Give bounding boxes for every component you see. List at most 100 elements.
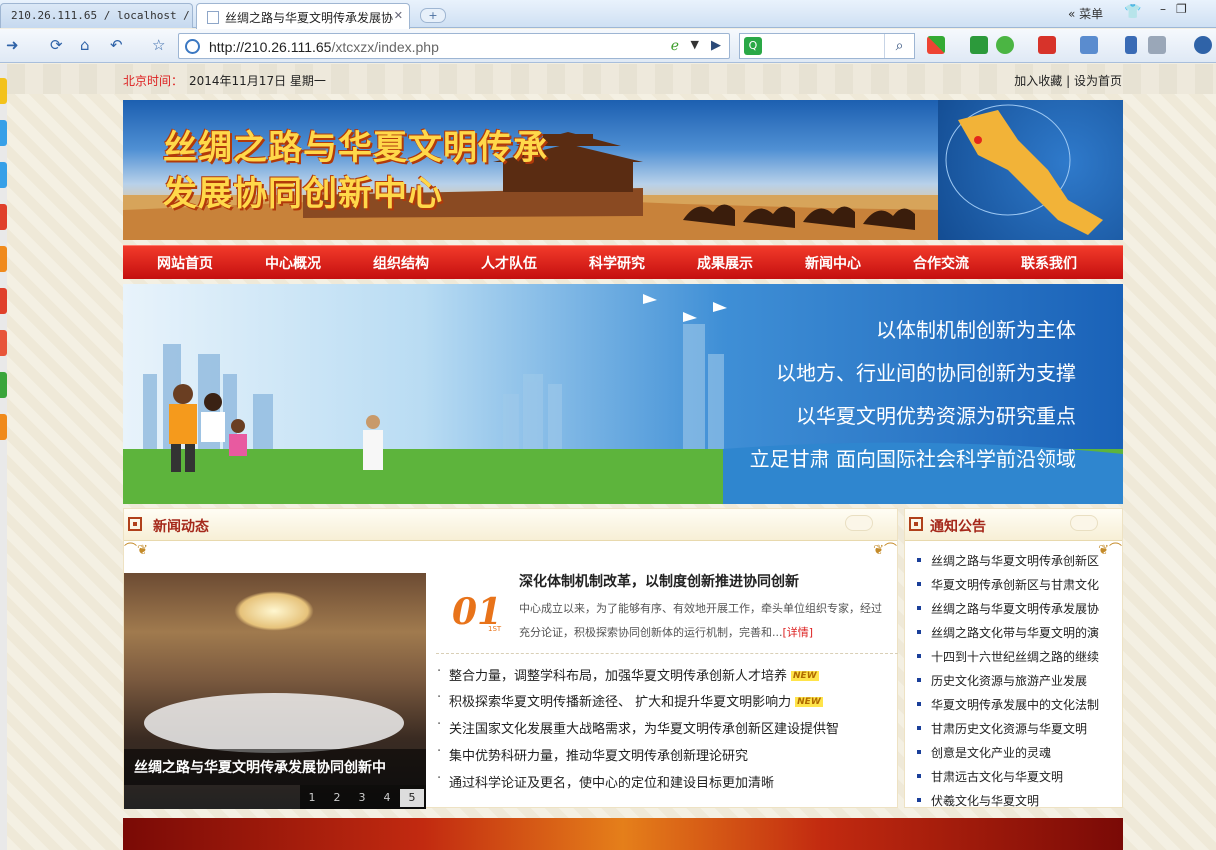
tab-label: 210.26.111.65 / localhost / ×: [11, 9, 193, 22]
chevron-down-icon[interactable]: ▼: [691, 38, 699, 51]
ornament-icon: ⌒❦: [124, 543, 148, 558]
tab-current[interactable]: 丝绸之路与华夏文明传承发展协 ✕: [196, 3, 410, 29]
tab-localhost[interactable]: 210.26.111.65 / localhost / ×: [0, 3, 193, 28]
notice-item[interactable]: 丝绸之路与华夏文明传承发展协: [917, 600, 1113, 617]
phone-icon[interactable]: [1125, 36, 1137, 54]
menu-label: 菜单: [1079, 7, 1104, 21]
notice-heading: 通知公告: [930, 519, 986, 535]
notice-header: 通知公告: [905, 509, 1122, 541]
hero-banner: 以体制机制创新为主体 以地方、行业间的协同创新为支撑 以华夏文明优势资源为研究重…: [123, 284, 1123, 504]
hero-slogan-3: 以华夏文明优势资源为研究重点: [796, 404, 1076, 428]
pager-item-active[interactable]: 5: [400, 789, 424, 807]
hero-slogan-1: 以体制机制创新为主体: [876, 318, 1076, 342]
menu-button[interactable]: « 菜单: [1068, 5, 1103, 22]
tools-icon[interactable]: [1194, 36, 1212, 54]
more-button[interactable]: [1070, 515, 1098, 531]
browser-tab-bar: 210.26.111.65 / localhost / × 丝绸之路与华夏文明传…: [0, 0, 1216, 29]
nav-cooperation[interactable]: 合作交流: [913, 253, 969, 273]
top-links: 加入收藏 | 设为首页: [1014, 72, 1122, 89]
notice-item[interactable]: 华夏文明传承发展中的文化法制: [917, 696, 1113, 713]
news-section: 新闻动态 ⌒❦ ❦⌒ 丝绸之路与华夏文明传承发展协同创新中 1 2 3 4 5 …: [123, 508, 898, 809]
sidebar-item-icon[interactable]: [0, 246, 7, 272]
forward-icon[interactable]: ➜: [6, 36, 19, 54]
sidebar-item-icon[interactable]: [0, 288, 7, 314]
bottom-banner: [123, 818, 1123, 850]
new-tab-button[interactable]: +: [420, 8, 446, 23]
notice-item[interactable]: 历史文化资源与旅游产业发展: [917, 672, 1113, 689]
notice-item[interactable]: 甘肃远古文化与华夏文明: [917, 768, 1113, 785]
game-icon[interactable]: [1148, 36, 1166, 54]
search-icon[interactable]: ⌕: [884, 34, 914, 58]
sidebar-item-icon[interactable]: [0, 414, 7, 440]
ornament-icon: ❦⌒: [873, 543, 897, 558]
nav-overview[interactable]: 中心概况: [265, 253, 321, 273]
current-date: 2014年11月17日 星期一: [189, 74, 326, 88]
add-favorite-link[interactable]: 加入收藏: [1014, 74, 1062, 88]
notice-item[interactable]: 丝绸之路与华夏文明传承创新区: [917, 552, 1113, 569]
pager-item[interactable]: 1: [300, 789, 324, 807]
sidebar-item-icon[interactable]: [0, 120, 7, 146]
list-item[interactable]: 集中优势科研力量，推动华夏文明传承创新理论研究: [437, 744, 748, 767]
notice-item[interactable]: 创意是文化产业的灵魂: [917, 744, 1113, 761]
nav-contact[interactable]: 联系我们: [1021, 253, 1077, 273]
map-graphic: [938, 100, 1123, 240]
undo-icon[interactable]: ↶: [110, 36, 123, 54]
nav-talent[interactable]: 人才队伍: [481, 253, 537, 273]
sidebar-item-icon[interactable]: [0, 78, 7, 104]
pager-item[interactable]: 4: [375, 789, 399, 807]
list-item-text: 通过科学论证及更名，使中心的定位和建设目标更加清晰: [449, 776, 775, 791]
notice-section: 通知公告 ❦⌒ 丝绸之路与华夏文明传承创新区 华夏文明传承创新区与甘肃文化 丝绸…: [904, 508, 1123, 808]
list-item[interactable]: 积极探索华夏文明传播新途径、 扩大和提升华夏文明影响力NEW: [437, 690, 823, 713]
sidebar-item-icon[interactable]: [0, 162, 7, 188]
pager-item[interactable]: 2: [325, 789, 349, 807]
go-icon[interactable]: ▶: [711, 38, 721, 53]
lead-news-text: 中心成立以来，为了能够有序、有效地开展工作，牵头单位组织专家，经过充分论证，积极…: [519, 602, 882, 639]
nav-research[interactable]: 科学研究: [589, 253, 645, 273]
notice-item[interactable]: 华夏文明传承创新区与甘肃文化: [917, 576, 1113, 593]
browser-toolbar: ➜ ⟳ ⌂ ↶ ☆ http://210.26.111.65/xtcxzx/in…: [0, 29, 1216, 63]
sidebar-item-icon[interactable]: [0, 372, 7, 398]
headline-badge-suffix: 1ST: [488, 625, 502, 633]
home-icon[interactable]: ⌂: [80, 36, 90, 54]
screenshot-icon[interactable]: [1080, 36, 1098, 54]
detail-link[interactable]: [详情]: [783, 626, 814, 639]
nav-news[interactable]: 新闻中心: [805, 253, 861, 273]
lead-news-title[interactable]: 深化体制机制改革，以制度创新推进协同创新: [519, 571, 799, 591]
refresh-icon[interactable]: ⟳: [50, 36, 63, 54]
search-box[interactable]: Q ⌕: [739, 33, 915, 59]
translate-icon[interactable]: [1038, 36, 1056, 54]
apps-icon[interactable]: [927, 36, 945, 54]
notice-item[interactable]: 十四到十六世纪丝绸之路的继续: [917, 648, 1113, 665]
nav-structure[interactable]: 组织结构: [373, 253, 429, 273]
pager-item[interactable]: 3: [350, 789, 374, 807]
compat-mode-icon[interactable]: ℯ: [671, 38, 679, 54]
window-controls[interactable]: –❐: [1160, 2, 1197, 16]
nav-achievements[interactable]: 成果展示: [697, 253, 753, 273]
notice-item[interactable]: 甘肃历史文化资源与华夏文明: [917, 720, 1113, 737]
skin-icon[interactable]: 👕: [1124, 4, 1141, 20]
sidebar-strip: [0, 64, 7, 850]
url-path: /xtcxzx/index.php: [331, 39, 439, 55]
sidebar-item-icon[interactable]: [0, 204, 7, 230]
list-item[interactable]: 通过科学论证及更名，使中心的定位和建设目标更加清晰: [437, 771, 775, 794]
set-homepage-link[interactable]: 设为首页: [1074, 74, 1122, 88]
list-item[interactable]: 关注国家文化发展重大战略需求，为华夏文明传承创新区建设提供智: [437, 717, 839, 740]
news-header: 新闻动态: [124, 509, 897, 541]
url-text[interactable]: http://210.26.111.65/xtcxzx/index.php: [209, 39, 439, 55]
notice-item[interactable]: 丝绸之路文化带与华夏文明的演: [917, 624, 1113, 641]
hero-slogan-4: 立足甘肃 面向国际社会科学前沿领域: [749, 447, 1076, 471]
close-icon[interactable]: ✕: [394, 9, 403, 22]
photo-caption[interactable]: 丝绸之路与华夏文明传承发展协同创新中: [134, 757, 386, 777]
star-icon[interactable]: ☆: [152, 36, 165, 54]
notice-item[interactable]: 伏羲文化与华夏文明: [917, 792, 1113, 809]
new-badge: NEW: [791, 671, 819, 681]
sidebar-item-icon[interactable]: [0, 330, 7, 356]
video-icon[interactable]: [970, 36, 988, 54]
nav-home[interactable]: 网站首页: [157, 253, 213, 273]
news-photo-slider[interactable]: 丝绸之路与华夏文明传承发展协同创新中 1 2 3 4 5: [124, 573, 426, 809]
list-item[interactable]: 整合力量，调整学科布局，加强华夏文明传承创新人才培养NEW: [437, 664, 819, 687]
address-bar[interactable]: http://210.26.111.65/xtcxzx/index.php ℯ …: [178, 33, 730, 59]
search-engine-icon[interactable]: Q: [744, 37, 762, 55]
more-button[interactable]: [845, 515, 873, 531]
shield-icon[interactable]: [996, 36, 1014, 54]
